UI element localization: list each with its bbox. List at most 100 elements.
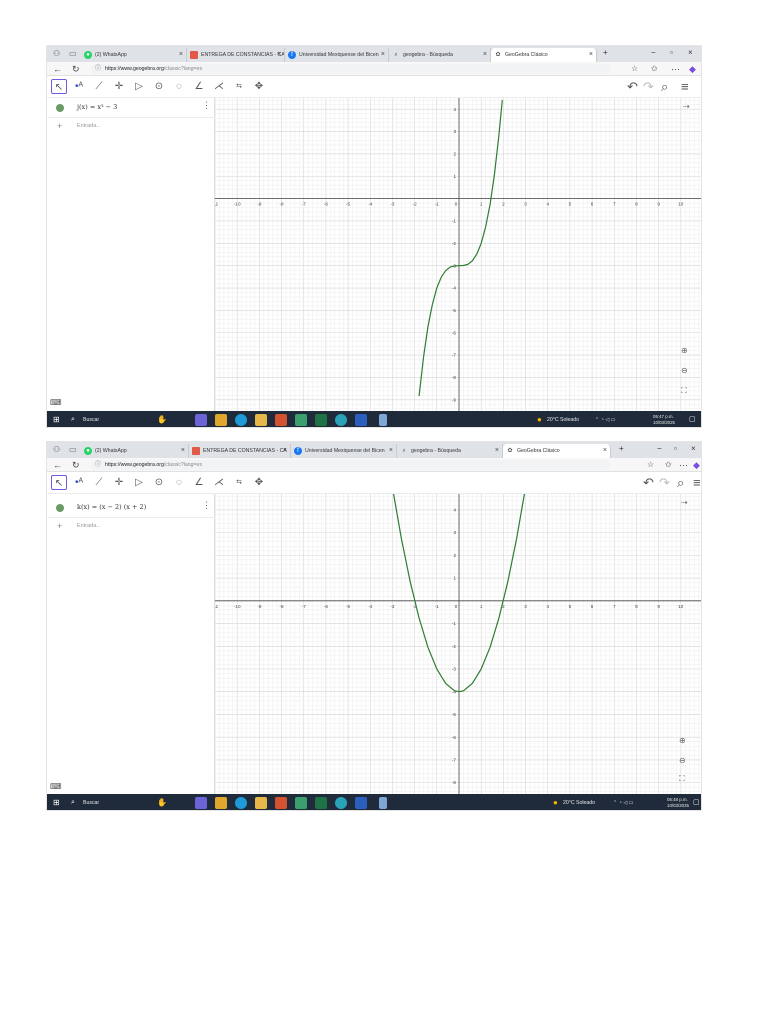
tab-whatsapp[interactable]: ● (2) WhatsApp ×	[81, 48, 187, 62]
move-view-tool-icon[interactable]: ✥	[251, 475, 267, 490]
word-icon[interactable]	[355, 414, 367, 426]
tab-whatsapp[interactable]: ● (2) WhatsApp ×	[81, 444, 189, 458]
photos-icon[interactable]	[295, 797, 307, 809]
algebra-row[interactable]: j(x) = x³ − 3 ⋮	[47, 98, 215, 118]
zoom-in-icon[interactable]: ⊕	[679, 736, 686, 745]
undo-icon[interactable]: ↶	[643, 475, 654, 490]
profile-icon[interactable]: ⚇	[53, 446, 62, 454]
tab-geogebra[interactable]: ✿ GeoGebra Clásico ×	[503, 444, 611, 458]
algebra-menu-icon[interactable]: ⋮	[202, 100, 211, 111]
tab-universidad[interactable]: f Universidad Mexiquense del Bicen ×	[285, 48, 389, 62]
tab-busqueda[interactable]: ⌕ geogebra - Búsqueda ×	[397, 444, 503, 458]
favorite-icon[interactable]: ☆	[647, 460, 654, 470]
polygon-tool-icon[interactable]: ▷	[131, 79, 147, 94]
graph-canvas[interactable]: -11-10-9-8-7-6-5-4-3-2-10123456789101143…	[215, 494, 702, 794]
browser-app-icon[interactable]	[335, 414, 347, 426]
url-field[interactable]: ⓘ https://www.geogebra.org/classic?lang=e…	[91, 64, 611, 74]
input-bar[interactable]: Entrada...	[77, 123, 101, 129]
point-tool-icon[interactable]: •ᴬ	[71, 79, 87, 94]
photos-icon[interactable]	[295, 414, 307, 426]
more-icon[interactable]: ⋯	[679, 460, 688, 470]
reflect-tool-icon[interactable]: ⋌	[211, 475, 227, 490]
close-tab-icon[interactable]: ×	[389, 444, 393, 458]
copilot-icon[interactable]: ◆	[693, 460, 700, 470]
undo-icon[interactable]: ↶	[627, 79, 638, 94]
line-tool-icon[interactable]: ⟋	[91, 79, 107, 94]
notepad-icon[interactable]	[379, 414, 387, 426]
close-tab-icon[interactable]: ×	[179, 48, 183, 62]
powerpoint-icon[interactable]	[275, 797, 287, 809]
close-tab-icon[interactable]: ×	[181, 444, 185, 458]
excel-icon[interactable]	[315, 797, 327, 809]
perpendicular-tool-icon[interactable]: ✛	[111, 79, 127, 94]
algebra-menu-icon[interactable]: ⋮	[202, 500, 211, 511]
copilot-app-icon[interactable]	[195, 797, 207, 809]
zoom-out-icon[interactable]: ⊖	[681, 366, 688, 375]
angle-tool-icon[interactable]: ∠	[191, 475, 207, 490]
back-icon[interactable]: ←	[53, 460, 62, 470]
function-formula[interactable]: k(x) = (x − 2) (x + 2)	[77, 503, 146, 511]
close-tab-icon[interactable]: ×	[483, 48, 487, 62]
keyboard-icon[interactable]: ⌨	[50, 782, 62, 791]
fullscreen-icon[interactable]: ⛶	[679, 774, 685, 784]
menu-icon[interactable]: ≡	[681, 79, 689, 94]
style-bar-icon[interactable]: ⇢	[681, 498, 688, 507]
tab-constancias[interactable]: ENTREGA DE CONSTANCIAS - CA ×	[189, 444, 291, 458]
circle-tool-icon[interactable]: ⊙	[151, 79, 167, 94]
function-formula[interactable]: j(x) = x³ − 3	[77, 103, 117, 111]
notepad-icon[interactable]	[379, 797, 387, 809]
point-tool-icon[interactable]: •ᴬ	[71, 475, 87, 490]
more-icon[interactable]: ⋯	[671, 64, 680, 74]
style-bar-icon[interactable]: ⇢	[683, 102, 690, 111]
perpendicular-tool-icon[interactable]: ✛	[111, 475, 127, 490]
tab-geogebra[interactable]: ✿ GeoGebra Clásico ×	[491, 48, 597, 62]
move-tool-icon[interactable]: ↖	[51, 79, 67, 94]
menu-icon[interactable]: ≡	[693, 475, 701, 490]
search-icon[interactable]: ⌕	[71, 797, 75, 809]
tab-actions-icon[interactable]: ▭	[69, 50, 78, 58]
input-row[interactable]: + Entrada...	[47, 118, 215, 138]
weather-text[interactable]: 20°C Soleado	[563, 797, 595, 809]
url-field[interactable]: ⓘ https://www.geogebra.org/classic?lang=e…	[91, 460, 611, 470]
restore-icon[interactable]: ▫	[674, 444, 677, 453]
copilot-app-icon[interactable]	[195, 414, 207, 426]
keyboard-icon[interactable]: ⌨	[50, 398, 62, 407]
graph-canvas[interactable]: -11-10-9-8-7-6-5-4-3-2-10123456789101143…	[215, 98, 702, 411]
conic-tool-icon[interactable]: ◌	[171, 79, 187, 94]
favorite-icon[interactable]: ☆	[631, 64, 638, 74]
close-tab-icon[interactable]: ×	[381, 48, 385, 62]
windows-start-icon[interactable]: ⊞	[53, 797, 60, 809]
visibility-toggle[interactable]	[56, 104, 64, 112]
algebra-row[interactable]: k(x) = (x − 2) (x + 2) ⋮	[47, 498, 215, 518]
word-icon[interactable]	[355, 797, 367, 809]
file-explorer-icon[interactable]	[215, 797, 227, 809]
system-tray-icons[interactable]: ⌃ ◔ ◁ ▭	[613, 797, 634, 809]
restore-icon[interactable]: ▫	[670, 48, 673, 57]
add-icon[interactable]: +	[57, 121, 62, 131]
files-icon[interactable]	[255, 797, 267, 809]
favorites-icon[interactable]: ✩	[665, 460, 672, 470]
widget-icon[interactable]: ✋	[157, 414, 167, 426]
search-icon[interactable]: ⌕	[677, 475, 684, 490]
angle-tool-icon[interactable]: ∠	[191, 79, 207, 94]
profile-icon[interactable]: ⚇	[53, 50, 62, 58]
conic-tool-icon[interactable]: ◌	[171, 475, 187, 490]
search-icon[interactable]: ⌕	[71, 414, 75, 426]
tab-busqueda[interactable]: ⌕ geogebra - Búsqueda ×	[389, 48, 491, 62]
files-icon[interactable]	[255, 414, 267, 426]
line-tool-icon[interactable]: ⟋	[91, 475, 107, 490]
back-icon[interactable]: ←	[53, 64, 62, 74]
close-tab-icon[interactable]: ×	[495, 444, 499, 458]
tab-universidad[interactable]: f Universidad Mexiquense del Bicen ×	[291, 444, 397, 458]
close-window-icon[interactable]: ×	[688, 48, 693, 57]
clock-date[interactable]: 10/03/2025	[653, 417, 675, 427]
input-row[interactable]: + Entrada...	[47, 518, 215, 538]
move-view-tool-icon[interactable]: ✥	[251, 79, 267, 94]
file-explorer-icon[interactable]	[215, 414, 227, 426]
circle-tool-icon[interactable]: ⊙	[151, 475, 167, 490]
add-icon[interactable]: +	[57, 521, 62, 531]
system-tray-icons[interactable]: ⌃ ◔ ◁ ▭	[595, 414, 616, 426]
notification-icon[interactable]: ▢	[693, 797, 700, 809]
favorites-icon[interactable]: ✩	[651, 64, 658, 74]
input-bar[interactable]: Entrada...	[77, 523, 101, 529]
